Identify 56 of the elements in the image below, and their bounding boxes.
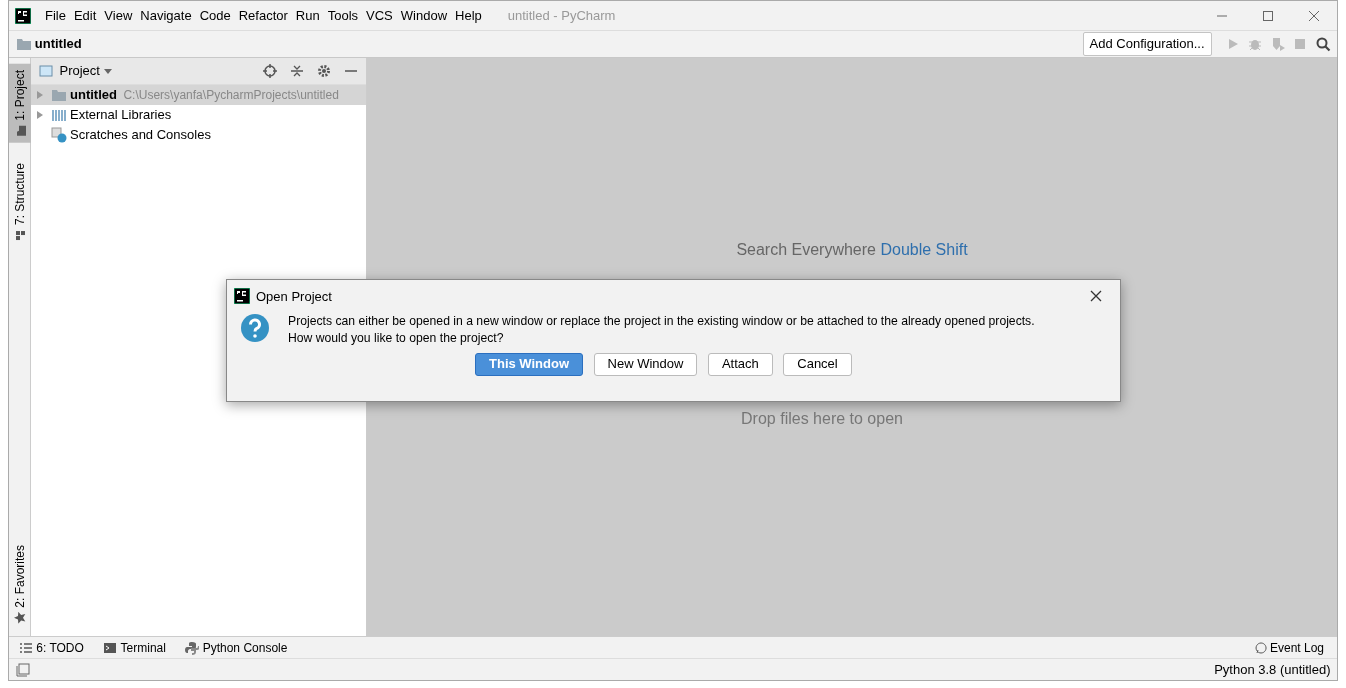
dialog-button[interactable]: Attach — [707, 353, 773, 376]
python-icon — [185, 640, 200, 655]
configuration-button[interactable]: Add Configuration... — [1082, 32, 1212, 56]
caret-icon[interactable] — [103, 66, 114, 76]
question-icon — [240, 312, 270, 343]
dialog-button[interactable]: New Window — [593, 353, 698, 376]
folder-icon — [15, 36, 32, 52]
dialog-title: Open Project — [256, 287, 332, 306]
menu-item[interactable]: Help — [451, 5, 486, 26]
menu-item[interactable]: Run — [291, 5, 324, 26]
tool-window-tab[interactable]: 6: TODO — [19, 638, 84, 657]
search-icon[interactable] — [1314, 36, 1331, 52]
menu-item[interactable]: View — [100, 5, 137, 26]
app-logo-icon — [233, 288, 250, 305]
dialog-message: How would you like to open the project? — [288, 329, 505, 347]
dialog-button[interactable]: Cancel — [783, 353, 852, 376]
locate-icon[interactable] — [263, 64, 277, 78]
structure-icon — [14, 228, 26, 241]
menu-item[interactable]: Code — [195, 5, 235, 26]
panel-icon — [39, 64, 53, 78]
star-icon — [14, 612, 26, 624]
close-icon[interactable] — [1089, 290, 1102, 303]
hint-text: Drop files here to open — [741, 409, 903, 429]
settings-icon[interactable] — [317, 64, 331, 78]
hint-text: Search Everywhere Double Shift — [736, 240, 968, 260]
collapse-icon[interactable] — [290, 64, 304, 78]
tool-window-tab[interactable]: 2: Favorites — [9, 539, 31, 630]
event-log-tab[interactable]: Event Log — [1254, 638, 1324, 657]
menu-item[interactable]: Navigate — [136, 5, 196, 26]
tool-window-tab[interactable]: Terminal — [103, 638, 166, 657]
breadcrumb[interactable]: untitled — [34, 34, 82, 54]
library-icon — [51, 107, 67, 123]
tree-item[interactable]: External Libraries — [31, 105, 366, 125]
tool-window-tab[interactable]: 7: Structure — [9, 156, 31, 247]
layout-icon[interactable] — [15, 662, 30, 677]
tree-item[interactable]: Scratches and Consoles — [31, 125, 366, 145]
window-title: untitled - PyCharm — [507, 6, 616, 25]
folder-icon — [51, 87, 67, 103]
scratch-icon — [51, 127, 67, 143]
menu-item[interactable]: Window — [396, 5, 452, 26]
menu-item[interactable]: Edit — [69, 5, 101, 26]
interpreter-status[interactable]: Python 3.8 (untitled) — [1214, 659, 1331, 680]
menu-item[interactable]: Refactor — [234, 5, 292, 26]
menu-item[interactable]: VCS — [362, 5, 397, 26]
app-logo-icon — [15, 7, 31, 24]
tree-item[interactable]: untitled C:\Users\yanfa\PycharmProjects\untitled — [31, 85, 366, 105]
menu-item[interactable]: Tools — [323, 5, 363, 26]
list-icon — [19, 640, 33, 655]
menu-item[interactable]: File — [41, 5, 70, 26]
dialog-message: Projects can either be opened in a new window or replace the project in the existing window or be attached to the already opened projects. — [288, 312, 1035, 330]
panel-title[interactable]: Project — [59, 61, 100, 81]
tool-window-tab[interactable]: Python Console — [185, 638, 288, 657]
folder-icon — [14, 124, 26, 137]
bubble-icon — [1254, 641, 1267, 654]
terminal-icon — [103, 640, 118, 655]
tool-window-tab[interactable]: 1: Project — [9, 64, 31, 143]
